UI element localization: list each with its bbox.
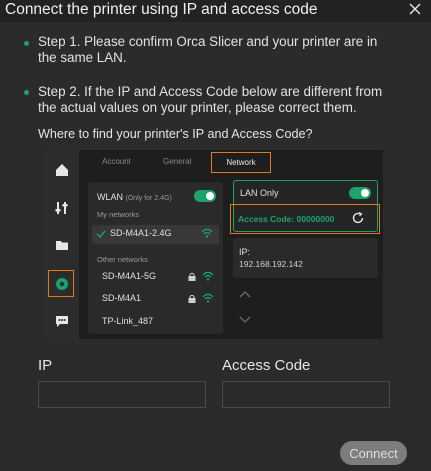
- access-code-input[interactable]: [222, 381, 390, 408]
- ip-value: 192.168.192.142: [239, 259, 303, 269]
- connect-button[interactable]: Connect: [340, 441, 407, 465]
- chevron-down-icon: [239, 316, 251, 323]
- lan-only-label: LAN Only: [240, 188, 279, 198]
- ip-label: IP:: [239, 247, 251, 257]
- access-code-field-label: Access Code: [222, 357, 311, 374]
- folder-icon: [56, 241, 68, 250]
- tab-account: Account: [102, 157, 131, 166]
- home-icon: [56, 164, 68, 176]
- my-networks-label: My networks: [97, 210, 140, 219]
- illustration-sidebar: [45, 150, 79, 339]
- dialog-title: Connect the printer using IP and access …: [5, 1, 318, 18]
- lan-toggle: [349, 187, 371, 199]
- settings-highlight: [48, 270, 74, 297]
- wifi-icon: [202, 271, 214, 281]
- other-networks-label: Other networks: [97, 255, 148, 264]
- wlan-label: WLAN (Only for 2.4G): [97, 192, 172, 202]
- ip-panel: IP: 192.168.192.142: [233, 238, 378, 278]
- chat-icon: [56, 316, 68, 327]
- wifi-icon: [202, 293, 214, 303]
- tab-network-highlight: Network: [211, 152, 271, 173]
- title-bar: Connect the printer using IP and access …: [0, 0, 431, 22]
- step-2-text: Step 2. If the IP and Access Code below …: [38, 84, 383, 115]
- network-name: SD-M4A1-2.4G: [110, 228, 172, 238]
- check-icon: [96, 230, 106, 238]
- help-text: Where to find your printer's IP and Acce…: [38, 127, 313, 141]
- network-name: SD-M4A1-5G: [102, 271, 157, 281]
- close-icon[interactable]: [405, 0, 425, 20]
- network-name: TP-Link_487: [102, 316, 154, 326]
- printer-screen-illustration: Account General Network WLAN (Only for 2…: [45, 150, 383, 339]
- tab-network: Network: [226, 158, 256, 167]
- sliders-icon: [55, 202, 68, 214]
- ip-input[interactable]: [38, 381, 206, 408]
- network-name: SD-M4A1: [102, 293, 142, 303]
- ip-field-label: IP: [38, 357, 53, 374]
- wlan-panel: WLAN (Only for 2.4G) My networks SD-M4A1…: [88, 182, 223, 334]
- tab-general: General: [163, 157, 192, 166]
- bullet-icon: [24, 90, 29, 95]
- lock-icon: [188, 272, 196, 281]
- lock-icon: [188, 294, 196, 303]
- chevron-up-icon: [239, 291, 251, 298]
- step-1-text: Step 1. Please confirm Orca Slicer and y…: [38, 34, 378, 65]
- wlan-toggle: [194, 190, 216, 202]
- wifi-icon: [201, 228, 213, 238]
- bullet-icon: [24, 41, 29, 46]
- access-code-label: Access Code: 00000000: [238, 214, 335, 224]
- refresh-icon: [352, 211, 364, 224]
